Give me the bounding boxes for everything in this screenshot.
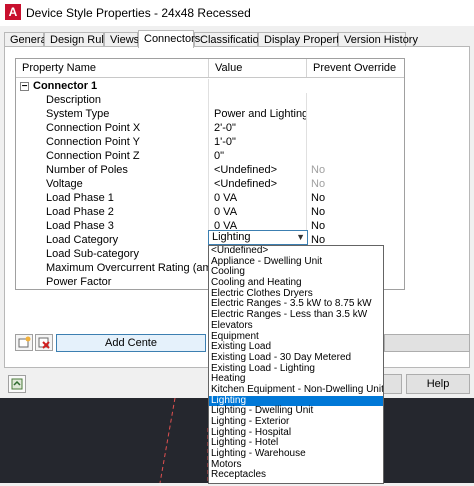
- property-name: Description: [16, 93, 209, 107]
- property-name: Connection Point Y: [16, 135, 209, 149]
- header-value[interactable]: Value: [209, 59, 307, 77]
- load-category-dropdown-list[interactable]: <Undefined> Appliance - Dwelling Unit Co…: [208, 245, 384, 484]
- property-name: Load Phase 1: [16, 191, 209, 205]
- dropdown-option[interactable]: Receptacles: [209, 470, 383, 481]
- chevron-down-icon[interactable]: ▼: [296, 231, 305, 244]
- property-name: Maximum Overcurrent Rating (amps): [16, 261, 209, 275]
- tab-display-properties[interactable]: Display Properties: [258, 32, 353, 47]
- property-value[interactable]: 0 VA: [209, 205, 307, 219]
- dropdown-option[interactable]: Existing Load - 30 Day Metered: [209, 352, 383, 364]
- table-row[interactable]: Voltage <Undefined> No: [16, 177, 404, 191]
- table-row[interactable]: Load Phase 2 0 VA No: [16, 205, 404, 219]
- property-value[interactable]: [209, 93, 307, 107]
- load-category-select[interactable]: Lighting ▼: [208, 230, 308, 245]
- property-value[interactable]: 0 VA: [209, 191, 307, 205]
- tab-version-history[interactable]: Version History: [338, 32, 418, 47]
- connector-action-button[interactable]: [384, 334, 470, 352]
- delete-connector-button[interactable]: [35, 334, 53, 351]
- add-connector-icon-button[interactable]: [15, 334, 33, 351]
- property-value[interactable]: Power and Lighting: [209, 107, 307, 121]
- table-row[interactable]: Description: [16, 93, 404, 107]
- property-override[interactable]: No: [307, 177, 404, 191]
- property-name: Number of Poles: [16, 163, 209, 177]
- property-name: Load Phase 3: [16, 219, 209, 233]
- property-name: Load Sub-category: [16, 247, 209, 261]
- new-connector-icon: [18, 336, 31, 348]
- delete-icon: [38, 337, 50, 349]
- tab-design-rules[interactable]: Design Rules: [44, 32, 115, 47]
- group-row-connector-1[interactable]: − Connector 1: [16, 79, 404, 93]
- property-name: Power Factor: [16, 275, 209, 289]
- property-name: Connection Point Z: [16, 149, 209, 163]
- property-value[interactable]: 0": [209, 149, 307, 163]
- property-name: Load Phase 2: [16, 205, 209, 219]
- property-override[interactable]: [307, 121, 404, 135]
- header-prevent-override[interactable]: Prevent Override: [307, 59, 404, 77]
- title-bar: A Device Style Properties - 24x48 Recess…: [0, 0, 474, 26]
- tab-general[interactable]: General: [4, 32, 49, 47]
- property-override[interactable]: No: [307, 205, 404, 219]
- property-override[interactable]: No: [307, 163, 404, 177]
- table-row[interactable]: Connection Point Z 0": [16, 149, 404, 163]
- dropdown-option[interactable]: Elevators: [209, 320, 383, 332]
- property-name: Connection Point X: [16, 121, 209, 135]
- table-row[interactable]: Number of Poles <Undefined> No: [16, 163, 404, 177]
- style-browser-button[interactable]: [8, 375, 26, 393]
- table-row[interactable]: System Type Power and Lighting: [16, 107, 404, 121]
- property-override[interactable]: [307, 93, 404, 107]
- grid-header: Property Name Value Prevent Override: [16, 59, 404, 78]
- window-title: Device Style Properties - 24x48 Recessed: [26, 6, 251, 20]
- property-name: Load Category: [16, 233, 209, 247]
- help-button[interactable]: Help: [406, 374, 470, 394]
- add-connector-button[interactable]: Add Cente: [56, 334, 206, 352]
- header-property-name[interactable]: Property Name: [16, 59, 209, 77]
- property-override[interactable]: No: [307, 191, 404, 205]
- cancel-button-edge[interactable]: [384, 374, 402, 394]
- tab-views[interactable]: Views: [104, 32, 139, 47]
- tab-connectors[interactable]: Connectors: [138, 30, 200, 48]
- table-row[interactable]: Connection Point X 2'-0": [16, 121, 404, 135]
- property-value[interactable]: 2'-0": [209, 121, 307, 135]
- collapse-icon[interactable]: −: [20, 81, 29, 91]
- property-value[interactable]: <Undefined>: [209, 163, 307, 177]
- autocad-app-icon: A: [5, 4, 21, 20]
- tab-classifications[interactable]: Classifications: [194, 32, 270, 47]
- property-value[interactable]: 1'-0": [209, 135, 307, 149]
- property-override[interactable]: [307, 149, 404, 163]
- property-name: System Type: [16, 107, 209, 121]
- property-override[interactable]: [307, 135, 404, 149]
- property-name: Voltage: [16, 177, 209, 191]
- property-value[interactable]: <Undefined>: [209, 177, 307, 191]
- load-category-value: Lighting: [212, 231, 251, 243]
- style-browser-icon: [11, 378, 23, 390]
- table-row[interactable]: Connection Point Y 1'-0": [16, 135, 404, 149]
- property-override[interactable]: No: [307, 219, 404, 233]
- tab-bar: General Design Rules Views Connectors Cl…: [0, 30, 474, 48]
- group-label: Connector 1: [33, 80, 98, 92]
- table-row[interactable]: Load Phase 1 0 VA No: [16, 191, 404, 205]
- property-override[interactable]: [307, 107, 404, 121]
